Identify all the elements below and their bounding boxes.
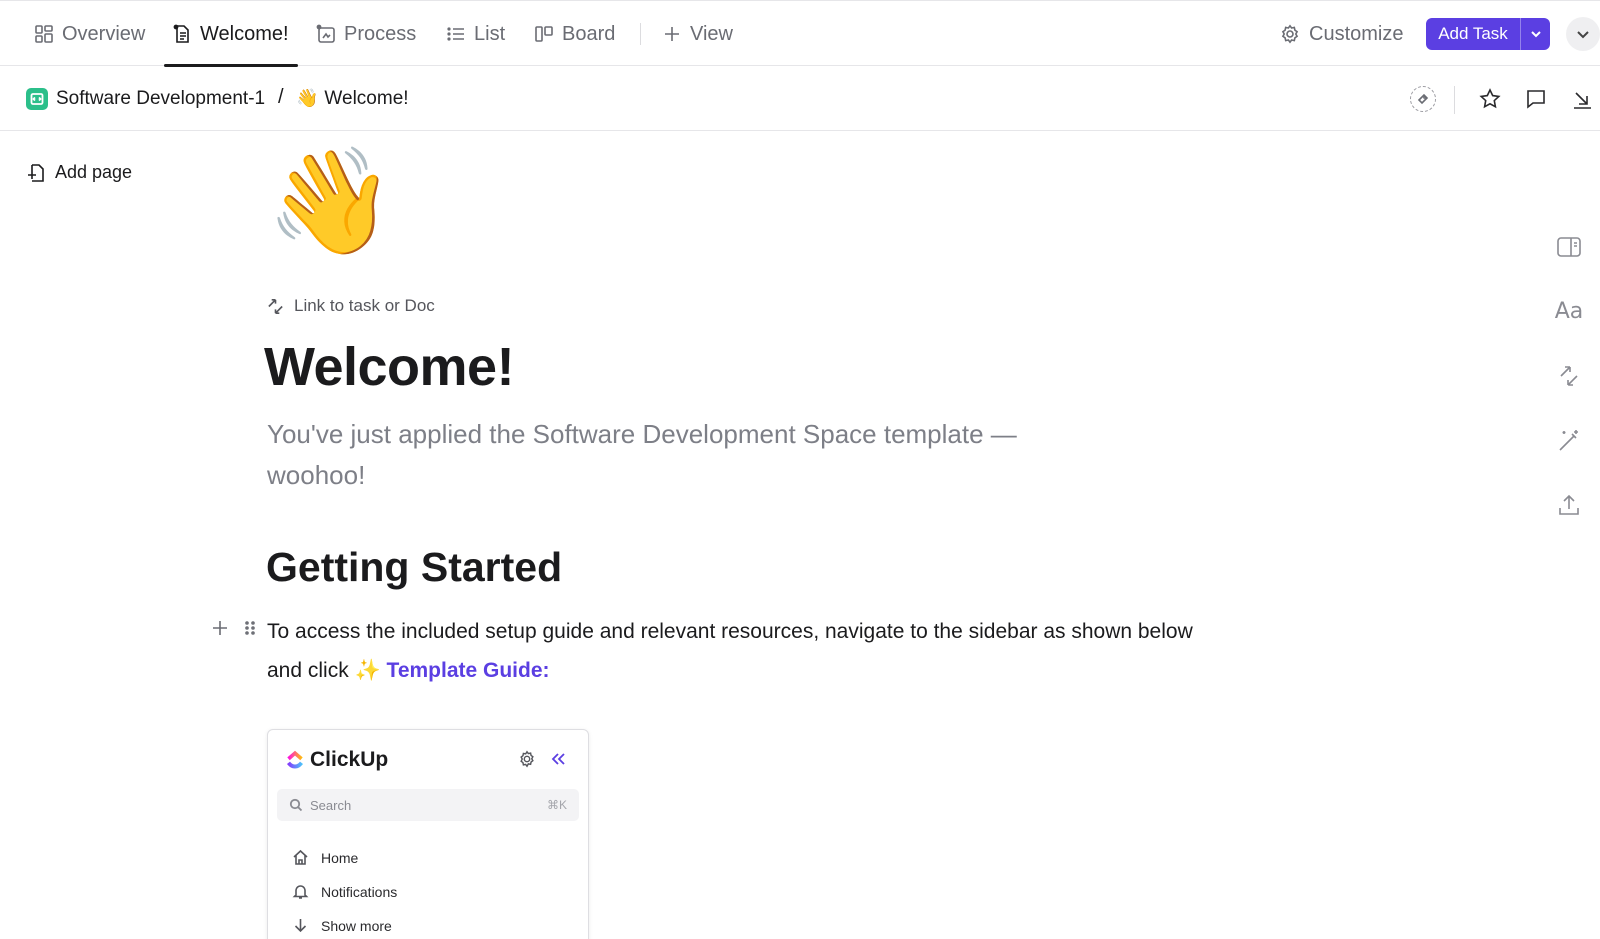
drag-dots-icon (245, 621, 255, 635)
add-page-label: Add page (55, 162, 133, 182)
embed-nav-item-show-more: Show more (292, 917, 392, 934)
customize-label: Customize (1309, 22, 1404, 45)
breadcrumb-separator: / (278, 86, 284, 108)
gear-icon (1281, 24, 1299, 44)
add-task-dropdown[interactable] (1520, 18, 1550, 50)
font-icon: Aa (1554, 298, 1584, 324)
link-to-task-button[interactable]: Link to task or Doc (266, 296, 435, 316)
tab-label: View (690, 22, 733, 45)
add-task-label: Add Task (1438, 24, 1508, 43)
breadcrumb-space[interactable]: Software Development-1 (26, 66, 265, 131)
upload-icon (1559, 494, 1579, 515)
magic-wand-icon (1559, 430, 1578, 451)
toolbar-divider (1454, 86, 1455, 114)
overview-grid-icon (35, 25, 53, 43)
clickup-logo-text: ClickUp (310, 748, 389, 771)
arrow-down-right-icon (1574, 91, 1591, 109)
chevron-down-icon (1577, 31, 1589, 39)
embed-search-placeholder: Search (310, 797, 352, 813)
breadcrumb: Software Development-1 / 👋 Welcome! (0, 66, 1600, 131)
embed-nav-label: Notifications (321, 883, 398, 900)
add-block-button[interactable] (210, 618, 230, 638)
tab-label: Process (344, 22, 417, 45)
embed-nav-label: Show more (321, 917, 392, 934)
add-view-button[interactable]: View (662, 1, 733, 67)
comment-icon (1527, 89, 1545, 109)
board-icon (535, 26, 553, 42)
tab-label: List (474, 22, 506, 45)
plus-icon (665, 27, 679, 41)
gear-icon (518, 750, 536, 773)
tag-button[interactable] (1410, 66, 1436, 131)
code-icon (26, 87, 48, 110)
tab-board[interactable]: Board (534, 1, 615, 67)
plus-icon (213, 621, 227, 635)
embed-nav-item-notifications: Notifications (292, 883, 397, 900)
list-icon (447, 27, 464, 41)
collapse-button[interactable] (1570, 66, 1594, 131)
tab-label: Welcome! (200, 22, 289, 45)
tab-overview[interactable]: Overview (34, 1, 145, 67)
add-page-icon (28, 163, 44, 182)
sidebar-screenshot-image: ClickUp Search ⌘K Home Notifications Sho… (267, 729, 589, 939)
sidebar-toggle-button[interactable] (1555, 233, 1583, 261)
tab-list[interactable]: List (446, 1, 505, 67)
page-title[interactable]: Welcome! (264, 336, 515, 398)
search-icon (289, 798, 303, 812)
more-options-button[interactable] (1566, 17, 1600, 51)
link-to-task-label: Link to task or Doc (294, 296, 435, 315)
tab-welcome[interactable]: Welcome! (172, 1, 289, 67)
share-button[interactable] (1555, 491, 1583, 519)
whiteboard-icon (316, 24, 335, 43)
star-icon (1479, 87, 1501, 108)
breadcrumb-space-label: Software Development-1 (56, 87, 266, 109)
view-tab-bar: Overview Welcome! Process List Board Vie… (0, 0, 1600, 67)
clickup-logo: ClickUp (284, 748, 388, 772)
ai-button[interactable] (1555, 427, 1583, 455)
sparkle-emoji-icon: ✨ (354, 659, 381, 682)
tab-process[interactable]: Process (316, 1, 416, 67)
embed-search-shortcut: ⌘K (546, 798, 567, 812)
arrow-down-icon (294, 919, 307, 933)
drag-handle[interactable] (240, 618, 256, 638)
page-subtitle[interactable]: You've just applied the Software Develop… (267, 414, 1067, 496)
add-page-button[interactable]: Add page (26, 162, 132, 183)
embed-nav-label: Home (321, 849, 359, 866)
favorite-button[interactable] (1478, 66, 1502, 131)
double-chevron-left-icon (549, 750, 567, 773)
bell-icon (292, 885, 309, 899)
body-paragraph[interactable]: To access the included setup guide and r… (267, 612, 1227, 690)
chevron-down-icon (1530, 31, 1541, 38)
link-arrows-icon (268, 298, 283, 314)
page-icon[interactable]: 👋 (266, 150, 396, 254)
font-settings-button[interactable]: Aa (1554, 297, 1584, 325)
link-arrows-icon (1560, 366, 1578, 386)
tab-label: Overview (62, 22, 146, 45)
breadcrumb-page-label: Welcome! (324, 87, 409, 109)
panel-icon (1557, 237, 1581, 257)
doc-icon (173, 24, 189, 43)
relationships-button[interactable] (1555, 362, 1583, 390)
tag-icon (1410, 85, 1436, 112)
embed-search-bar: Search ⌘K (277, 789, 579, 821)
tab-label: Board (562, 22, 616, 45)
section-heading[interactable]: Getting Started (266, 544, 562, 591)
add-task-button[interactable]: Add Task (1426, 18, 1550, 50)
home-icon (293, 849, 308, 865)
template-guide-link[interactable]: Template Guide: (387, 659, 550, 682)
clickup-logo-icon (287, 750, 303, 769)
embed-nav-item-home: Home (292, 849, 358, 866)
customize-button[interactable]: Customize (1280, 1, 1403, 67)
wave-emoji-icon: 👋 (296, 88, 319, 108)
comments-button[interactable] (1524, 66, 1548, 131)
tab-divider (640, 23, 641, 45)
breadcrumb-page[interactable]: 👋 Welcome! (296, 66, 409, 131)
